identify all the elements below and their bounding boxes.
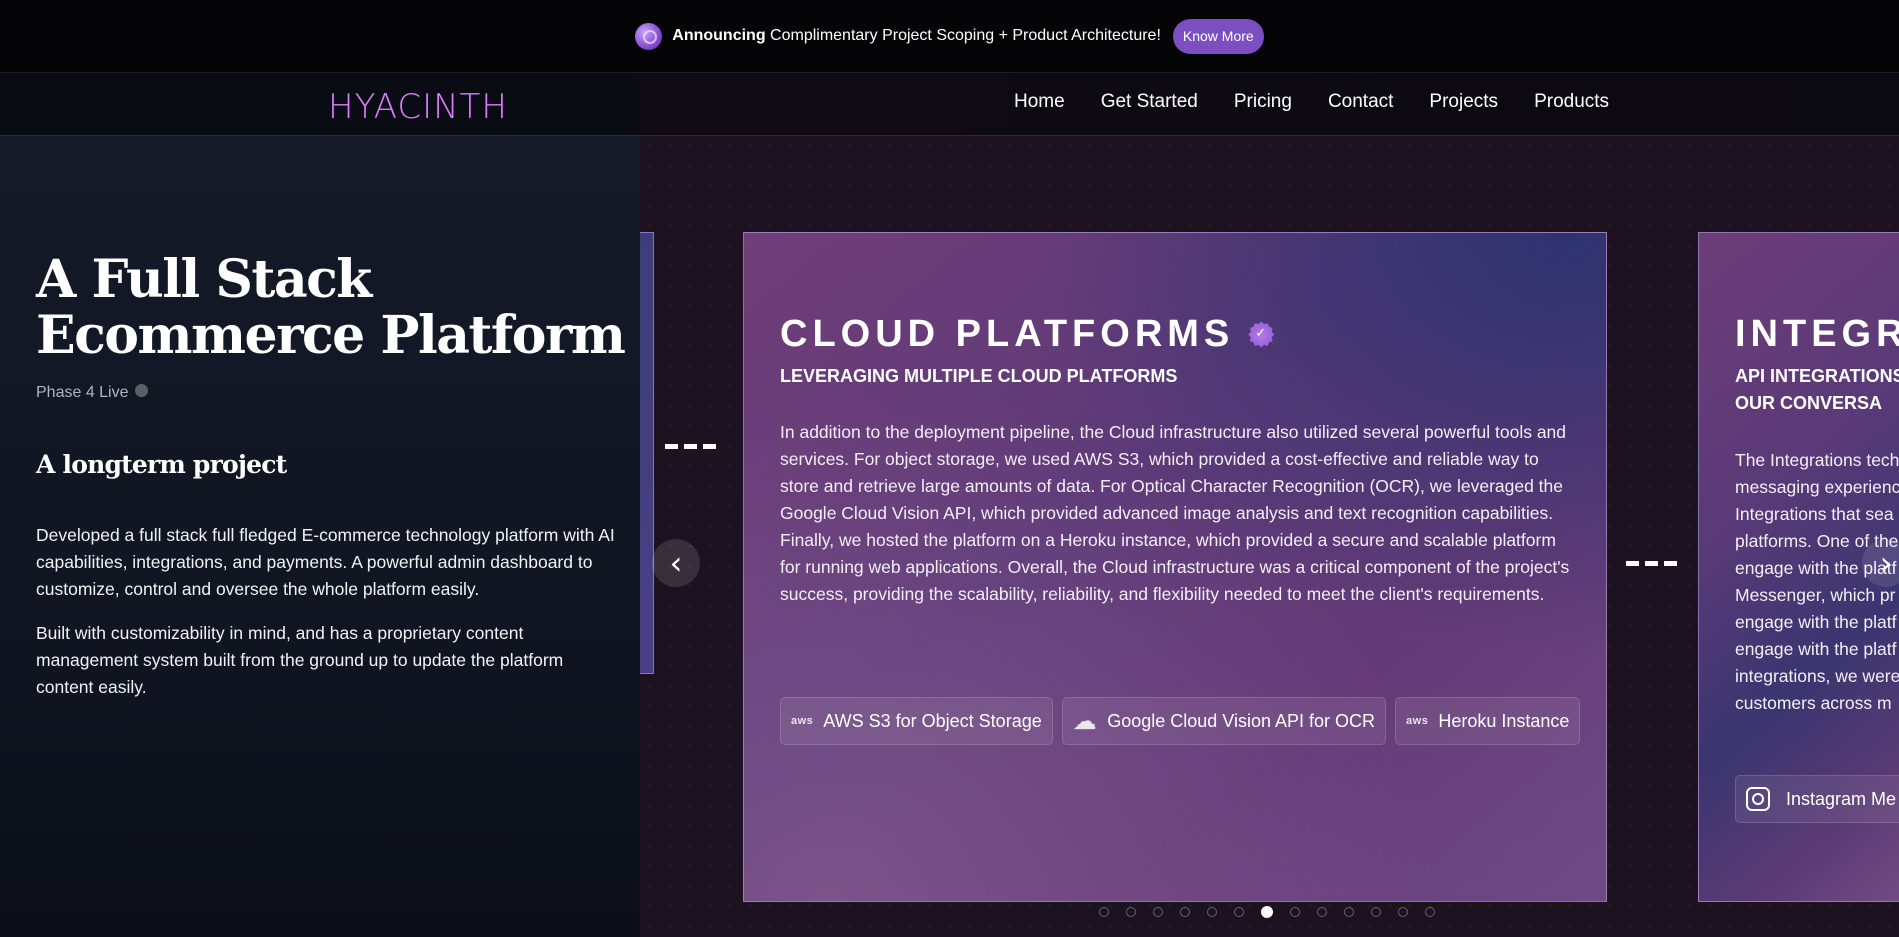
carousel-dot[interactable] [1153,907,1163,917]
carousel-dot[interactable] [1180,907,1190,917]
carousel-card-cloud-platforms: CLOUD PLATFORMS LEVERAGING MULTIPLE CLOU… [743,232,1607,902]
carousel: CLOUD PLATFORMS LEVERAGING MULTIPLE CLOU… [640,136,1899,937]
project-subtitle: A longterm project [36,450,287,479]
carousel-dot[interactable] [1398,907,1408,917]
carousel-card-previous[interactable] [640,232,654,674]
tag-google-cloud-vision: ☁ Google Cloud Vision API for OCR [1061,697,1387,745]
tag-label: AWS S3 for Object Storage [823,710,1042,731]
carousel-dot[interactable] [1344,907,1354,917]
tech-tags: Instagram Me [1735,775,1899,823]
carousel-dot[interactable] [1290,907,1300,917]
top-navigation: HYACINTH Home Get Started Pricing Contac… [0,73,1899,136]
carousel-dot[interactable] [1261,906,1273,918]
nav-link-products[interactable]: Products [1534,91,1609,113]
cloud-upload-icon: ☁ [1072,707,1098,735]
tag-label: Instagram Me [1786,788,1897,809]
announcement-text: Announcing Complimentary Project Scoping… [672,27,1161,45]
card-body: In addition to the deployment pipeline, … [780,422,1570,604]
know-more-button[interactable]: Know More [1172,18,1264,54]
nav-link-projects[interactable]: Projects [1429,91,1498,113]
project-description-1: Developed a full stack full fledged E-co… [36,525,615,599]
project-info-panel: A Full Stack Ecommerce Platform Phase 4 … [0,136,640,937]
phase-status: Phase 4 Live [36,383,148,402]
nav-link-contact[interactable]: Contact [1328,91,1393,113]
connector-dashes-left [665,444,716,449]
aws-icon: aws [791,715,814,727]
carousel-dot[interactable] [1317,907,1327,917]
tag-label: Heroku Instance [1438,710,1570,731]
carousel-dot[interactable] [1425,907,1435,917]
carousel-dot[interactable] [1207,907,1217,917]
card-title: CLOUD PLATFORMS [780,313,1275,356]
project-description-2: Built with customizability in mind, and … [36,623,564,697]
announcement-bold: Announcing [672,27,766,44]
card-title: INTEGRA [1735,313,1899,355]
logo[interactable]: HYACINTH [328,87,508,127]
carousel-dot[interactable] [1371,907,1381,917]
status-dot-icon [134,383,148,397]
instagram-icon [1746,787,1770,811]
nav-link-get-started[interactable]: Get Started [1101,91,1198,113]
connector-dashes-right [1626,561,1677,566]
tag-heroku: aws Heroku Instance [1395,697,1581,745]
announcement-message: Complimentary Project Scoping + Product … [765,27,1161,44]
carousel-prev-button[interactable]: ‹ [652,539,700,587]
nav-link-pricing[interactable]: Pricing [1234,91,1292,113]
announcement-icon [635,22,663,50]
tag-label: Google Cloud Vision API for OCR [1107,710,1376,731]
card-subtitle: LEVERAGING MULTIPLE CLOUD PLATFORMS [780,366,1178,386]
carousel-dot[interactable] [1126,907,1136,917]
aws-icon: aws [1406,715,1429,727]
carousel-dot[interactable] [1234,907,1244,917]
announcement-bar: Announcing Complimentary Project Scoping… [0,0,1899,73]
card-title-text: CLOUD PLATFORMS [780,313,1235,355]
phase-label: Phase 4 Live [36,384,129,401]
nav-link-home[interactable]: Home [1014,91,1065,113]
tech-tags: aws AWS S3 for Object Storage ☁ Google C… [780,697,1600,745]
card-subtitle: API INTEGRATIONS BY OUR CONVERSA [1735,366,1899,413]
nav-links: Home Get Started Pricing Contact Project… [1014,91,1645,113]
tag-aws-s3: aws AWS S3 for Object Storage [780,697,1053,745]
verified-badge-icon [1248,321,1275,348]
carousel-dot[interactable] [1099,907,1109,917]
project-title: A Full Stack Ecommerce Platform [36,249,626,366]
carousel-pagination [1099,906,1435,918]
tag-instagram: Instagram Me [1735,775,1899,823]
